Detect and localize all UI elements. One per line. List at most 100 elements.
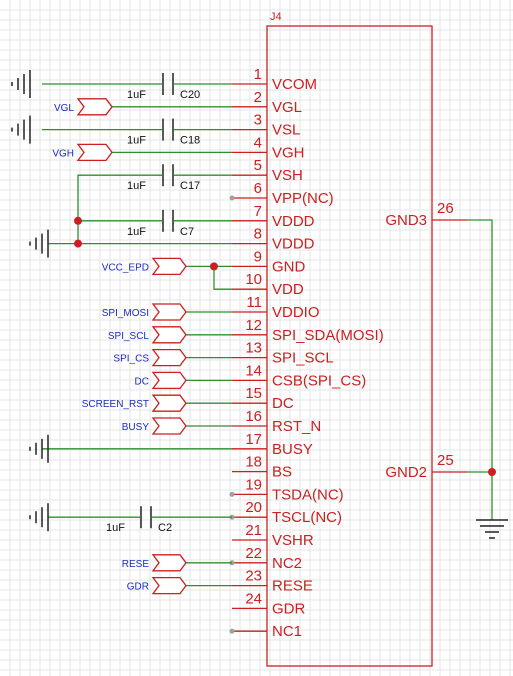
pin-name: VSL [272, 122, 300, 139]
net-flag-shape[interactable] [151, 257, 187, 276]
pin-number: 8 [254, 226, 262, 243]
net-flag-shape[interactable] [151, 576, 187, 595]
pin-number: 4 [254, 134, 262, 151]
pin-number: 11 [246, 294, 262, 311]
pin-name: VGH [272, 144, 305, 161]
ground-symbol [29, 503, 49, 532]
capacitor-ref: C7 [180, 226, 194, 238]
capacitor-value: 1uF [106, 522, 125, 534]
pin-number: 15 [245, 385, 262, 402]
capacitor[interactable]: 1uF C20 [127, 73, 200, 101]
pin-name: VCOM [272, 76, 317, 93]
net-label: SPI_SCL [108, 331, 150, 342]
pin-number: 6 [254, 180, 262, 197]
pin-number: 25 [437, 452, 454, 469]
pin-name: VDDD [272, 213, 315, 230]
junction-dot [488, 468, 496, 476]
component-ref: J4 [270, 11, 282, 23]
net-label: SPI_MOSI [102, 308, 149, 319]
junctions [74, 216, 496, 476]
net-flag-shape[interactable] [76, 98, 113, 116]
pin-number: 16 [245, 408, 262, 425]
capacitor[interactable]: 1uF C18 [127, 118, 200, 147]
net-flag-shape[interactable] [151, 326, 187, 344]
pin-name: GND [272, 258, 306, 275]
net-flag-shape[interactable] [151, 348, 187, 367]
net-flag-shape[interactable] [151, 554, 187, 572]
pin-number: 18 [245, 454, 262, 471]
pin-name: VPP(NC) [272, 190, 334, 207]
no-connect-marker [229, 628, 235, 634]
pin-number: 17 [245, 431, 262, 448]
schematic-canvas: J4 1 VCOM 2 VGL 3 VSL 4 VGH 5 VSH 6 VPP(NC) 7 VDDD 8 VD… [0, 0, 513, 676]
net-flag-shape[interactable] [76, 143, 113, 162]
pin-number: 3 [254, 112, 262, 129]
pin-name: RST_N [272, 418, 321, 435]
pin-name: VDDD [272, 236, 315, 253]
pin-name: SPI_SCL [272, 350, 334, 367]
pin-name: VDDIO [272, 304, 320, 321]
junction-dot [74, 216, 82, 225]
capacitor-value: 1uF [127, 226, 146, 238]
pin-number: 10 [245, 271, 262, 288]
pin-number: 20 [245, 499, 262, 516]
capacitor[interactable]: 1uF C17 [127, 164, 200, 192]
connector-pins: 1 VCOM 2 VGL 3 VSL 4 VGH 5 VSH 6 VPP(NC) 7 VDDD 8 VDDD 9… [229, 66, 384, 640]
pin-number: 7 [254, 203, 262, 220]
net-label: SPI_CS [113, 354, 149, 365]
pin-number: 22 [245, 545, 262, 562]
ground-symbol-right [476, 519, 508, 539]
pin-number: 19 [245, 476, 262, 493]
pin-name: VSH [272, 167, 303, 184]
pin-name: DC [272, 395, 294, 412]
pin-number: 2 [254, 89, 262, 106]
pin-name: VSHR [272, 532, 314, 549]
pin-number: 12 [245, 317, 262, 334]
pin-number: 24 [245, 590, 262, 607]
pin-number: 23 [245, 568, 262, 585]
pin-number: 14 [245, 362, 262, 379]
capacitor-value: 1uF [127, 135, 146, 147]
pin-name: SPI_SDA(MOSI) [272, 327, 384, 344]
pin-name: GND3 [385, 212, 427, 229]
wire[interactable] [77, 174, 232, 221]
pin-number: 1 [254, 66, 262, 83]
net-label: BUSY [122, 422, 150, 433]
pin-name: GND2 [385, 464, 427, 481]
net-label: DC [135, 376, 149, 387]
junction-dot [210, 262, 218, 271]
pin-name: BS [272, 464, 292, 481]
capacitor-ref: C18 [180, 135, 200, 147]
net-flags: VGL VGH VCC_EPD SPI_MOSI SPI_SCL SPI_CS DC SCRE… [52, 98, 187, 595]
pin-number: 26 [437, 200, 454, 217]
pin-name: RESE [272, 578, 313, 595]
pin-name: TSCL(NC) [272, 509, 342, 526]
pin-name: VGL [272, 99, 302, 116]
capacitor-ref: C20 [180, 89, 200, 101]
capacitor-value: 1uF [127, 180, 146, 192]
net-label: GDR [127, 582, 149, 593]
pin-number: 21 [245, 522, 262, 539]
capacitor-ref: C17 [180, 180, 200, 192]
ground-symbol [11, 70, 31, 98]
no-connect-marker [229, 195, 235, 201]
net-label: RESE [122, 559, 150, 570]
pin-number: 9 [254, 248, 262, 265]
net-label: VGH [52, 148, 74, 159]
pin-name: NC2 [272, 555, 302, 572]
capacitor-value: 1uF [127, 89, 146, 101]
pin-name: VDD [272, 281, 304, 298]
junction-dot [74, 239, 82, 248]
net-flag-shape[interactable] [151, 417, 187, 435]
net-label: VCC_EPD [102, 262, 149, 273]
net-label: SCREEN_RST [82, 399, 149, 410]
capacitor[interactable]: 1uF C7 [127, 209, 194, 238]
capacitor-ref: C2 [158, 522, 172, 534]
net-flag-shape[interactable] [151, 303, 187, 321]
net-flag-shape[interactable] [151, 394, 187, 412]
pin-name: BUSY [272, 441, 313, 458]
net-label: VGL [54, 103, 74, 114]
pin-name: GDR [272, 600, 306, 617]
pin-number: 13 [245, 340, 262, 357]
ground-symbol [29, 229, 49, 258]
